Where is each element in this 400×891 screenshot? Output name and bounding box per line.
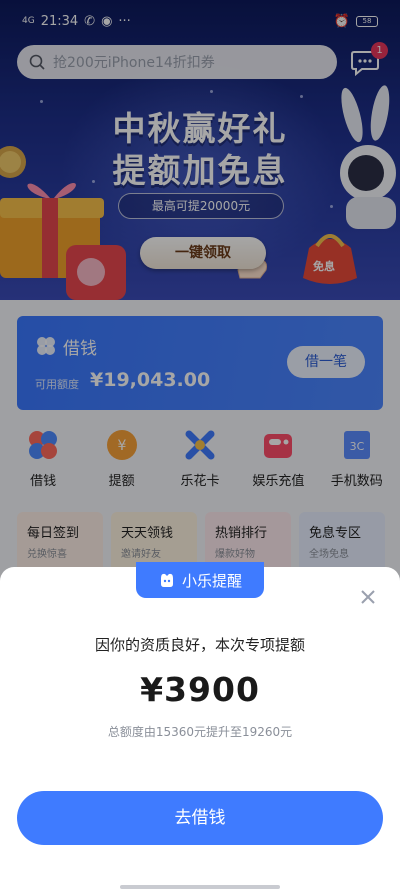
increase-amount: ¥3900 [140, 670, 260, 709]
sheet-tag: 小乐提醒 [136, 562, 264, 598]
go-borrow-button[interactable]: 去借钱 [17, 791, 383, 845]
close-icon[interactable] [359, 588, 377, 606]
sheet-tag-label: 小乐提醒 [181, 571, 242, 590]
sheet-message: 因你的资质良好，本次专项提额 [94, 636, 305, 654]
mascot-icon [160, 573, 173, 587]
limit-detail: 总额度由15360元提升至19260元 [107, 725, 293, 739]
home-indicator[interactable] [120, 885, 280, 889]
